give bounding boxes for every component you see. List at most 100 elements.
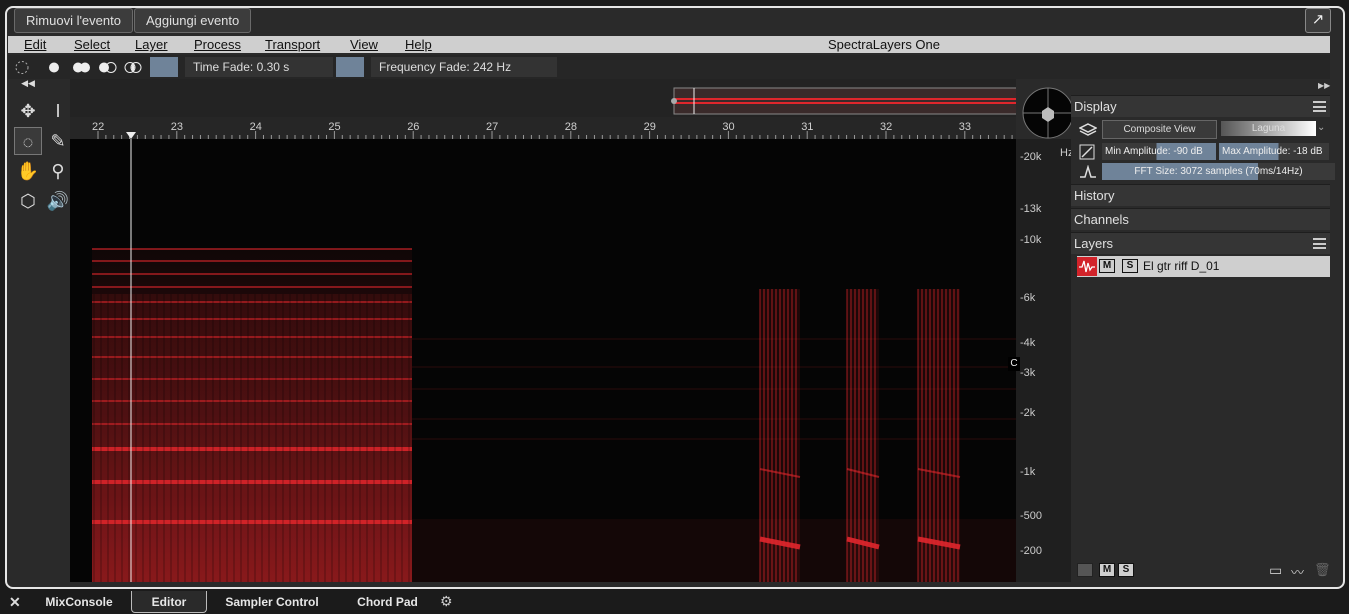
time-select-tool-icon[interactable]: I xyxy=(44,97,72,125)
colormap-select[interactable]: Laguna xyxy=(1221,121,1316,136)
delete-layer-icon[interactable]: 🗑 xyxy=(1314,562,1331,578)
max-amplitude-slider[interactable]: Max Amplitude: -18 dB xyxy=(1219,143,1329,160)
tab-editor[interactable]: Editor xyxy=(131,591,207,613)
key-badge: C xyxy=(1008,357,1020,371)
global-solo-button[interactable]: S xyxy=(1118,563,1134,577)
right-panel: ▶▶ Display Composite View Laguna ⌄ Min A… xyxy=(1071,79,1335,582)
navigation-widget[interactable] xyxy=(1021,86,1075,140)
display-menu-icon[interactable] xyxy=(1313,101,1326,112)
layers-section-header[interactable]: Layers xyxy=(1071,232,1330,254)
ruler-tick-label: 28 xyxy=(564,121,578,133)
lasso-tool-icon[interactable]: ◌ xyxy=(14,127,42,155)
new-audio-layer-icon[interactable]: 〰 xyxy=(1291,562,1304,581)
frequency-label: -13k xyxy=(1020,203,1042,215)
hand-tool-icon[interactable]: ✋ xyxy=(14,157,42,185)
menu-process[interactable]: Process xyxy=(194,37,241,52)
gear-icon[interactable]: ⚙ xyxy=(440,593,453,610)
ruler-tick-label: 22 xyxy=(92,121,105,133)
app-title: SpectraLayers One xyxy=(828,37,941,52)
frequency-label: -1k xyxy=(1020,466,1036,478)
collapse-left-icon[interactable]: ◀◀ xyxy=(14,76,42,90)
global-mute-button[interactable]: M xyxy=(1099,563,1115,577)
layer-solo-button[interactable]: S xyxy=(1122,259,1138,273)
frequency-fade-swatch[interactable] xyxy=(336,57,364,77)
selection-mode-intersect-icon[interactable] xyxy=(120,58,148,77)
ruler-tick-label: 32 xyxy=(880,121,893,133)
menu-bar: Edit Select Layer Process Transport View… xyxy=(8,36,1330,53)
channels-section-header[interactable]: Channels xyxy=(1071,208,1330,230)
ruler-tick-label: 26 xyxy=(407,121,420,133)
frequency-label: -10k xyxy=(1020,234,1042,246)
add-event-button[interactable]: Aggiungi evento xyxy=(134,8,252,33)
selection-toolstrip: Time Fade: 0.30 s Frequency Fade: 242 Hz xyxy=(8,55,1330,79)
ruler-ticks xyxy=(97,131,1013,139)
frequency-label: -6k xyxy=(1020,292,1036,304)
min-amplitude-slider[interactable]: Min Amplitude: -90 dB xyxy=(1102,143,1216,160)
menu-edit[interactable]: Edit xyxy=(24,37,46,52)
layer-row[interactable]: M S El gtr riff D_01 xyxy=(1077,256,1330,277)
history-section-header[interactable]: History xyxy=(1071,184,1330,206)
time-fade-swatch[interactable] xyxy=(150,57,178,77)
frequency-label: -2k xyxy=(1020,407,1036,419)
amplitude-icon xyxy=(1079,144,1095,160)
layers-title: Layers xyxy=(1074,236,1114,251)
menu-layer[interactable]: Layer xyxy=(135,37,168,52)
close-icon[interactable]: ✕ xyxy=(9,594,21,611)
spectrogram-canvas[interactable] xyxy=(70,139,1016,582)
remove-event-button[interactable]: Rimuovi l'evento xyxy=(14,8,133,33)
overview-strip[interactable] xyxy=(70,79,1023,117)
tab-chord-pad[interactable]: Chord Pad xyxy=(340,591,435,613)
lower-zone-tabs: ✕ MixConsole Editor Sampler Control Chor… xyxy=(0,591,1349,614)
frequency-axis: Hz C -20k -13k -10k -6k -4k -3k -2k -1k -500 -200 xyxy=(1008,139,1073,582)
ruler-tick-label: 30 xyxy=(722,121,735,133)
menu-help[interactable]: Help xyxy=(405,37,432,52)
tab-mixconsole[interactable]: MixConsole xyxy=(28,591,130,613)
composite-view-button[interactable]: Composite View xyxy=(1102,120,1217,139)
collapse-right-icon[interactable]: ▶▶ xyxy=(1318,81,1330,90)
selection-mode-add-icon[interactable] xyxy=(68,58,96,77)
menu-select[interactable]: Select xyxy=(74,37,110,52)
tab-sampler-control[interactable]: Sampler Control xyxy=(210,591,334,613)
menu-view[interactable]: View xyxy=(350,37,378,52)
ruler-tick-label: 33 xyxy=(958,121,972,133)
fft-icon xyxy=(1080,165,1096,178)
selection-mode-none-icon[interactable] xyxy=(12,58,40,77)
add-layer-icon[interactable]: ▭ xyxy=(1269,562,1282,579)
playhead-marker[interactable] xyxy=(126,132,136,139)
time-ruler[interactable]: 22 23 24 25 26 27 28 29 30 31 32 33 xyxy=(70,117,1016,139)
menu-transport[interactable]: Transport xyxy=(265,37,320,52)
ruler-tick-label: 24 xyxy=(249,121,262,133)
frequency-label: -4k xyxy=(1020,337,1036,349)
ruler-tick-label: 23 xyxy=(170,121,184,133)
ruler-tick-label: 27 xyxy=(486,121,499,133)
layers-stack-icon xyxy=(1079,123,1097,136)
time-fade-field[interactable]: Time Fade: 0.30 s xyxy=(185,57,333,77)
move-tool-icon[interactable]: ✥ xyxy=(14,97,42,125)
display-title: Display xyxy=(1074,99,1117,114)
display-section-header[interactable]: Display xyxy=(1071,95,1330,117)
overview-navigator[interactable] xyxy=(70,79,1023,117)
layer-name[interactable]: El gtr riff D_01 xyxy=(1143,259,1219,273)
ruler-tick-label: 25 xyxy=(328,121,341,133)
ruler-tick-label: 31 xyxy=(801,121,814,133)
colormap-dropdown-icon[interactable]: ⌄ xyxy=(1317,122,1325,133)
frequency-label: -3k xyxy=(1020,367,1036,379)
layers-menu-icon[interactable] xyxy=(1313,238,1326,249)
frequency-label: -200 xyxy=(1020,545,1043,557)
spectrogram-view[interactable] xyxy=(70,139,1016,582)
cube-tool-icon[interactable]: ⬡ xyxy=(14,187,42,215)
frequency-fade-field[interactable]: Frequency Fade: 242 Hz xyxy=(371,57,557,77)
audio-layer-icon xyxy=(1077,257,1097,276)
layer-mute-button[interactable]: M xyxy=(1099,259,1115,273)
tool-palette: ◀◀ ✥ I ◌ ✎ ✋ ⚲ ⬡ 🔊 xyxy=(8,76,72,582)
speaker-tool-icon[interactable]: 🔊 xyxy=(44,187,72,215)
selection-mode-single-icon[interactable] xyxy=(42,58,70,77)
fft-size-slider[interactable]: FFT Size: 3072 samples (70ms/14Hz) xyxy=(1102,163,1335,180)
selection-mode-subtract-icon[interactable] xyxy=(94,58,122,77)
global-color-button[interactable] xyxy=(1077,563,1093,577)
frequency-label: -20k xyxy=(1020,151,1042,163)
brush-tool-icon[interactable]: ✎ xyxy=(44,127,72,155)
ruler-tick-label: 29 xyxy=(643,121,656,133)
zoom-tool-icon[interactable]: ⚲ xyxy=(44,157,72,185)
expand-icon[interactable]: ↗ xyxy=(1305,8,1331,33)
